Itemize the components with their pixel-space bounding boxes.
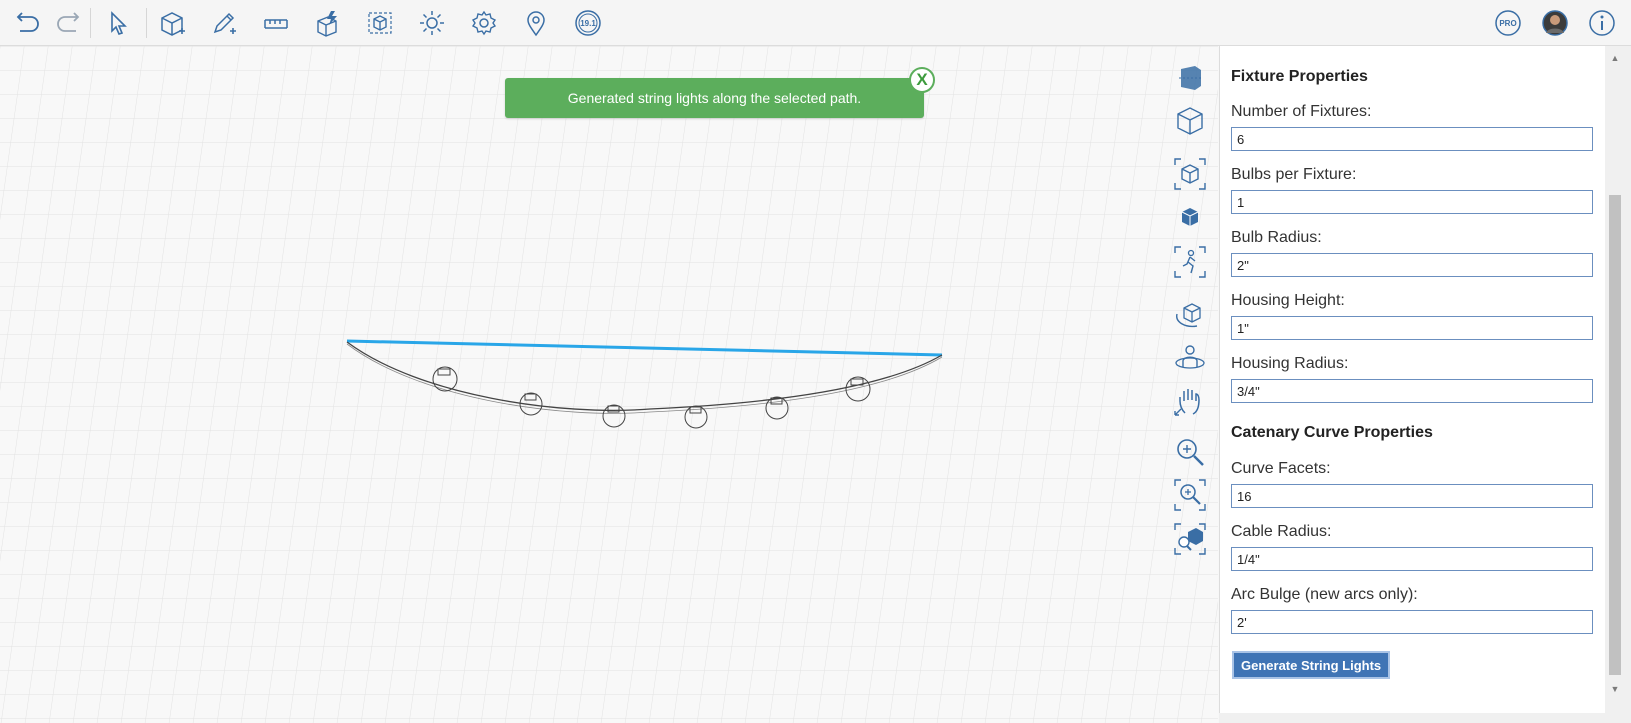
info-icon[interactable] [1585,7,1619,39]
panel-footer [1219,713,1631,723]
pro-icon[interactable]: PRO [1491,7,1525,39]
pro-label: PRO [1499,18,1517,28]
scroll-down-icon[interactable]: ▼ [1609,683,1621,695]
zoom-window-icon[interactable] [1172,477,1208,513]
toast-close-button[interactable]: X [909,67,935,93]
version-label: 19.1 [580,18,596,28]
arc-bulge-label: Arc Bulge (new arcs only): [1231,586,1418,603]
perspective-top-icon[interactable] [1172,156,1208,192]
look-around-icon[interactable] [1172,340,1208,376]
properties-panel: Fixture Properties Number of Fixtures: B… [1219,46,1605,713]
measure-icon[interactable] [259,7,293,39]
scroll-up-icon[interactable]: ▲ [1609,52,1621,64]
bulbs-per-fixture-input[interactable] [1231,190,1593,214]
add-box-icon[interactable] [155,7,189,39]
redo-icon[interactable] [51,7,85,39]
undo-icon[interactable] [11,7,45,39]
curve-facets-input[interactable] [1231,484,1593,508]
top-toolbar: 19.1 PRO [0,0,1631,46]
draw-icon[interactable] [207,7,241,39]
curve-facets-label: Curve Facets: [1231,460,1331,477]
generate-string-lights-button[interactable]: Generate String Lights [1232,651,1391,679]
quick-tools-icon[interactable] [311,7,345,39]
select-icon[interactable] [100,7,134,39]
toast-notification: Generated string lights along the select… [505,78,924,118]
avatar[interactable] [1538,7,1572,39]
3d-viewport[interactable] [0,46,1218,723]
catenary-curve-properties-title: Catenary Curve Properties [1231,424,1433,441]
number-of-fixtures-input[interactable] [1231,127,1593,151]
bulb-radius-label: Bulb Radius: [1231,229,1322,246]
cable-radius-input[interactable] [1231,547,1593,571]
zoom-icon[interactable] [1172,434,1208,470]
scene-canvas [0,46,1218,723]
walk-icon[interactable] [1172,244,1208,280]
add-material-icon[interactable] [363,7,397,39]
housing-radius-input[interactable] [1231,379,1593,403]
fixture-properties-title: Fixture Properties [1231,68,1368,85]
pan-icon[interactable] [1172,384,1208,420]
bulb-radius-input[interactable] [1231,253,1593,277]
location-icon[interactable] [519,7,553,39]
view-cube-icon[interactable] [1172,60,1208,96]
housing-height-label: Housing Height: [1231,292,1345,309]
arc-bulge-input[interactable] [1231,610,1593,634]
section-icon[interactable] [1172,103,1208,139]
light-icon[interactable] [415,7,449,39]
perspective-front-icon[interactable] [1172,199,1208,235]
cable-radius-label: Cable Radius: [1231,523,1332,540]
bulbs-per-fixture-label: Bulbs per Fixture: [1231,166,1357,183]
housing-radius-label: Housing Radius: [1231,355,1349,372]
number-of-fixtures-label: Number of Fixtures: [1231,103,1372,120]
zoom-extents-icon[interactable] [1172,521,1208,557]
settings-icon[interactable] [467,7,501,39]
housing-height-input[interactable] [1231,316,1593,340]
version-icon[interactable]: 19.1 [571,7,605,39]
orbit-icon[interactable] [1172,297,1208,333]
ground-grid [0,46,1218,723]
scroll-thumb[interactable] [1609,195,1621,675]
